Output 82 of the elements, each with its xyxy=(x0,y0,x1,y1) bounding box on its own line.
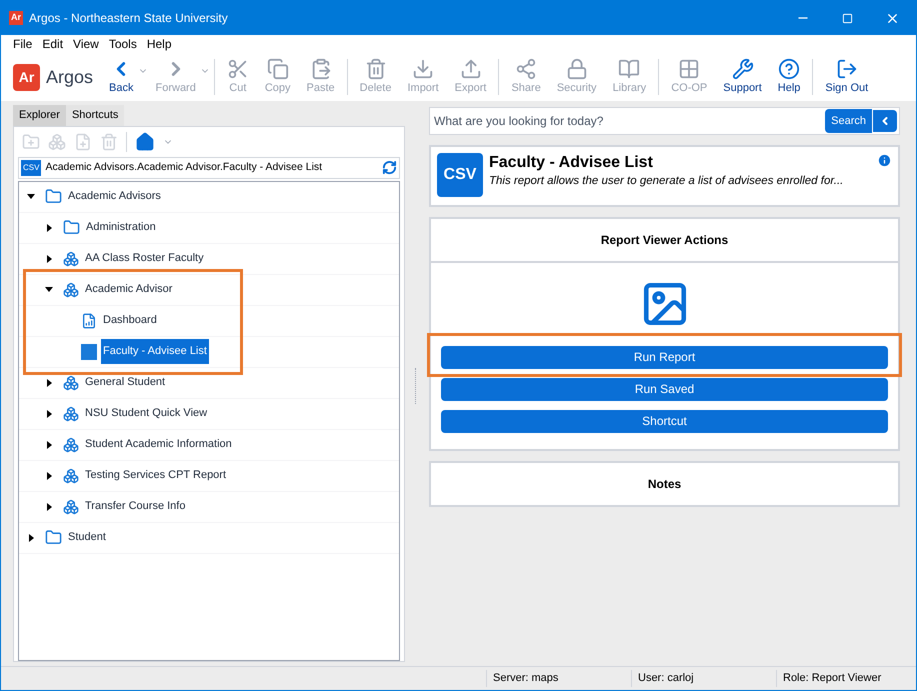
expand-arrow-icon[interactable] xyxy=(46,440,52,448)
expand-arrow-icon[interactable] xyxy=(46,254,52,262)
expand-arrow-icon[interactable] xyxy=(46,378,52,386)
app-logo: Ar xyxy=(13,64,40,90)
datablock-icon xyxy=(63,468,79,484)
tree-item[interactable]: Administration xyxy=(84,215,158,240)
tree-item[interactable]: Academic Advisors xyxy=(66,184,163,209)
tree-item[interactable]: AA Class Roster Faculty xyxy=(83,246,206,271)
notes-card: Notes xyxy=(429,461,900,507)
library-icon xyxy=(618,58,640,80)
folder-icon xyxy=(45,188,62,205)
expand-arrow-icon[interactable] xyxy=(46,410,52,418)
menu-item[interactable]: View xyxy=(73,35,99,53)
expand-arrow-icon[interactable] xyxy=(28,534,34,542)
export-icon xyxy=(460,58,482,80)
datablock-icon xyxy=(63,406,79,422)
report-description: This report allows the user to generate a list of advisees enrolled for... xyxy=(489,174,844,189)
window-title: Argos - Northeastern State University xyxy=(29,10,229,27)
tree-item[interactable]: Testing Services CPT Report xyxy=(83,463,228,488)
datablock-icon xyxy=(63,282,79,298)
csv-icon xyxy=(81,344,97,360)
toolbar-button[interactable]: Back xyxy=(101,56,142,98)
collapse-arrow-icon[interactable] xyxy=(45,287,53,292)
menu-item[interactable]: File xyxy=(13,35,32,53)
security-icon xyxy=(566,58,588,80)
home-icon[interactable] xyxy=(135,132,155,152)
tree-item[interactable]: Transfer Course Info xyxy=(83,494,188,519)
tree-item[interactable]: Student Academic Information xyxy=(83,432,234,457)
toolbar-button[interactable]: Support xyxy=(715,56,770,98)
brand-name: Argos xyxy=(46,66,94,89)
menu-item[interactable]: Help xyxy=(146,35,172,53)
tree-item[interactable]: NSU Student Quick View xyxy=(83,401,210,426)
tab[interactable]: Explorer xyxy=(13,105,66,126)
collapse-button[interactable] xyxy=(873,110,897,132)
tab[interactable]: Shortcuts xyxy=(66,105,124,126)
action-button[interactable]: Shortcut xyxy=(441,410,888,432)
support-icon xyxy=(732,58,754,80)
delete-icon xyxy=(364,58,387,80)
actions-title: Report Viewer Actions xyxy=(431,219,898,263)
toolbar-button[interactable]: Sign Out xyxy=(817,56,876,98)
cut-icon xyxy=(226,58,249,80)
search-button[interactable]: Search xyxy=(825,108,872,134)
tree-item[interactable]: Academic Advisor xyxy=(83,277,174,302)
copy-icon xyxy=(266,58,289,80)
status-text: User: carloj xyxy=(631,670,776,687)
tree-item[interactable]: Dashboard xyxy=(101,308,159,333)
maximize-icon[interactable] xyxy=(842,12,853,24)
menu-item[interactable]: Tools xyxy=(108,35,137,53)
signout-icon xyxy=(836,58,858,80)
folder-icon xyxy=(63,219,80,236)
datablock-icon xyxy=(63,436,79,452)
folder-icon xyxy=(45,529,62,546)
share-icon xyxy=(515,58,538,80)
tree-item[interactable]: Student xyxy=(66,525,108,550)
info-icon[interactable] xyxy=(877,153,892,168)
report-title: Faculty - Advisee List xyxy=(489,153,654,173)
tree-item[interactable]: General Student xyxy=(83,370,168,395)
app-logo: Ar xyxy=(9,11,24,25)
menu-item[interactable]: Edit xyxy=(42,35,64,53)
search-input[interactable]: What are you looking for today? xyxy=(434,112,826,130)
import-icon xyxy=(412,58,434,80)
path-field[interactable]: CSV Academic Advisors.Academic Advisor.Faculty - Advisee List xyxy=(18,156,400,178)
expand-arrow-icon[interactable] xyxy=(46,472,52,480)
csv-badge: CSV xyxy=(21,160,42,176)
csv-badge: CSV xyxy=(437,153,483,197)
expand-arrow-icon[interactable] xyxy=(46,224,52,232)
datablock-icon xyxy=(63,498,79,514)
action-button[interactable]: Run Report xyxy=(441,346,888,368)
datablock-icon xyxy=(63,374,79,390)
datablock-icon xyxy=(63,250,79,266)
tree-item[interactable]: Faculty - Advisee List xyxy=(101,339,209,364)
splitter-handle[interactable] xyxy=(414,368,416,404)
action-button[interactable]: Run Saved xyxy=(441,378,888,400)
refresh-icon[interactable] xyxy=(382,160,397,175)
expand-arrow-icon[interactable] xyxy=(46,502,52,510)
status-text: Role: Report Viewer xyxy=(776,670,916,687)
toolbar-button[interactable]: Help xyxy=(770,56,808,98)
collapse-arrow-icon[interactable] xyxy=(27,194,35,199)
status-text: Server: maps xyxy=(486,670,631,687)
help-icon xyxy=(778,58,800,80)
dashboard-icon xyxy=(81,312,97,328)
search-field[interactable]: What are you looking for today? Search xyxy=(429,107,900,135)
